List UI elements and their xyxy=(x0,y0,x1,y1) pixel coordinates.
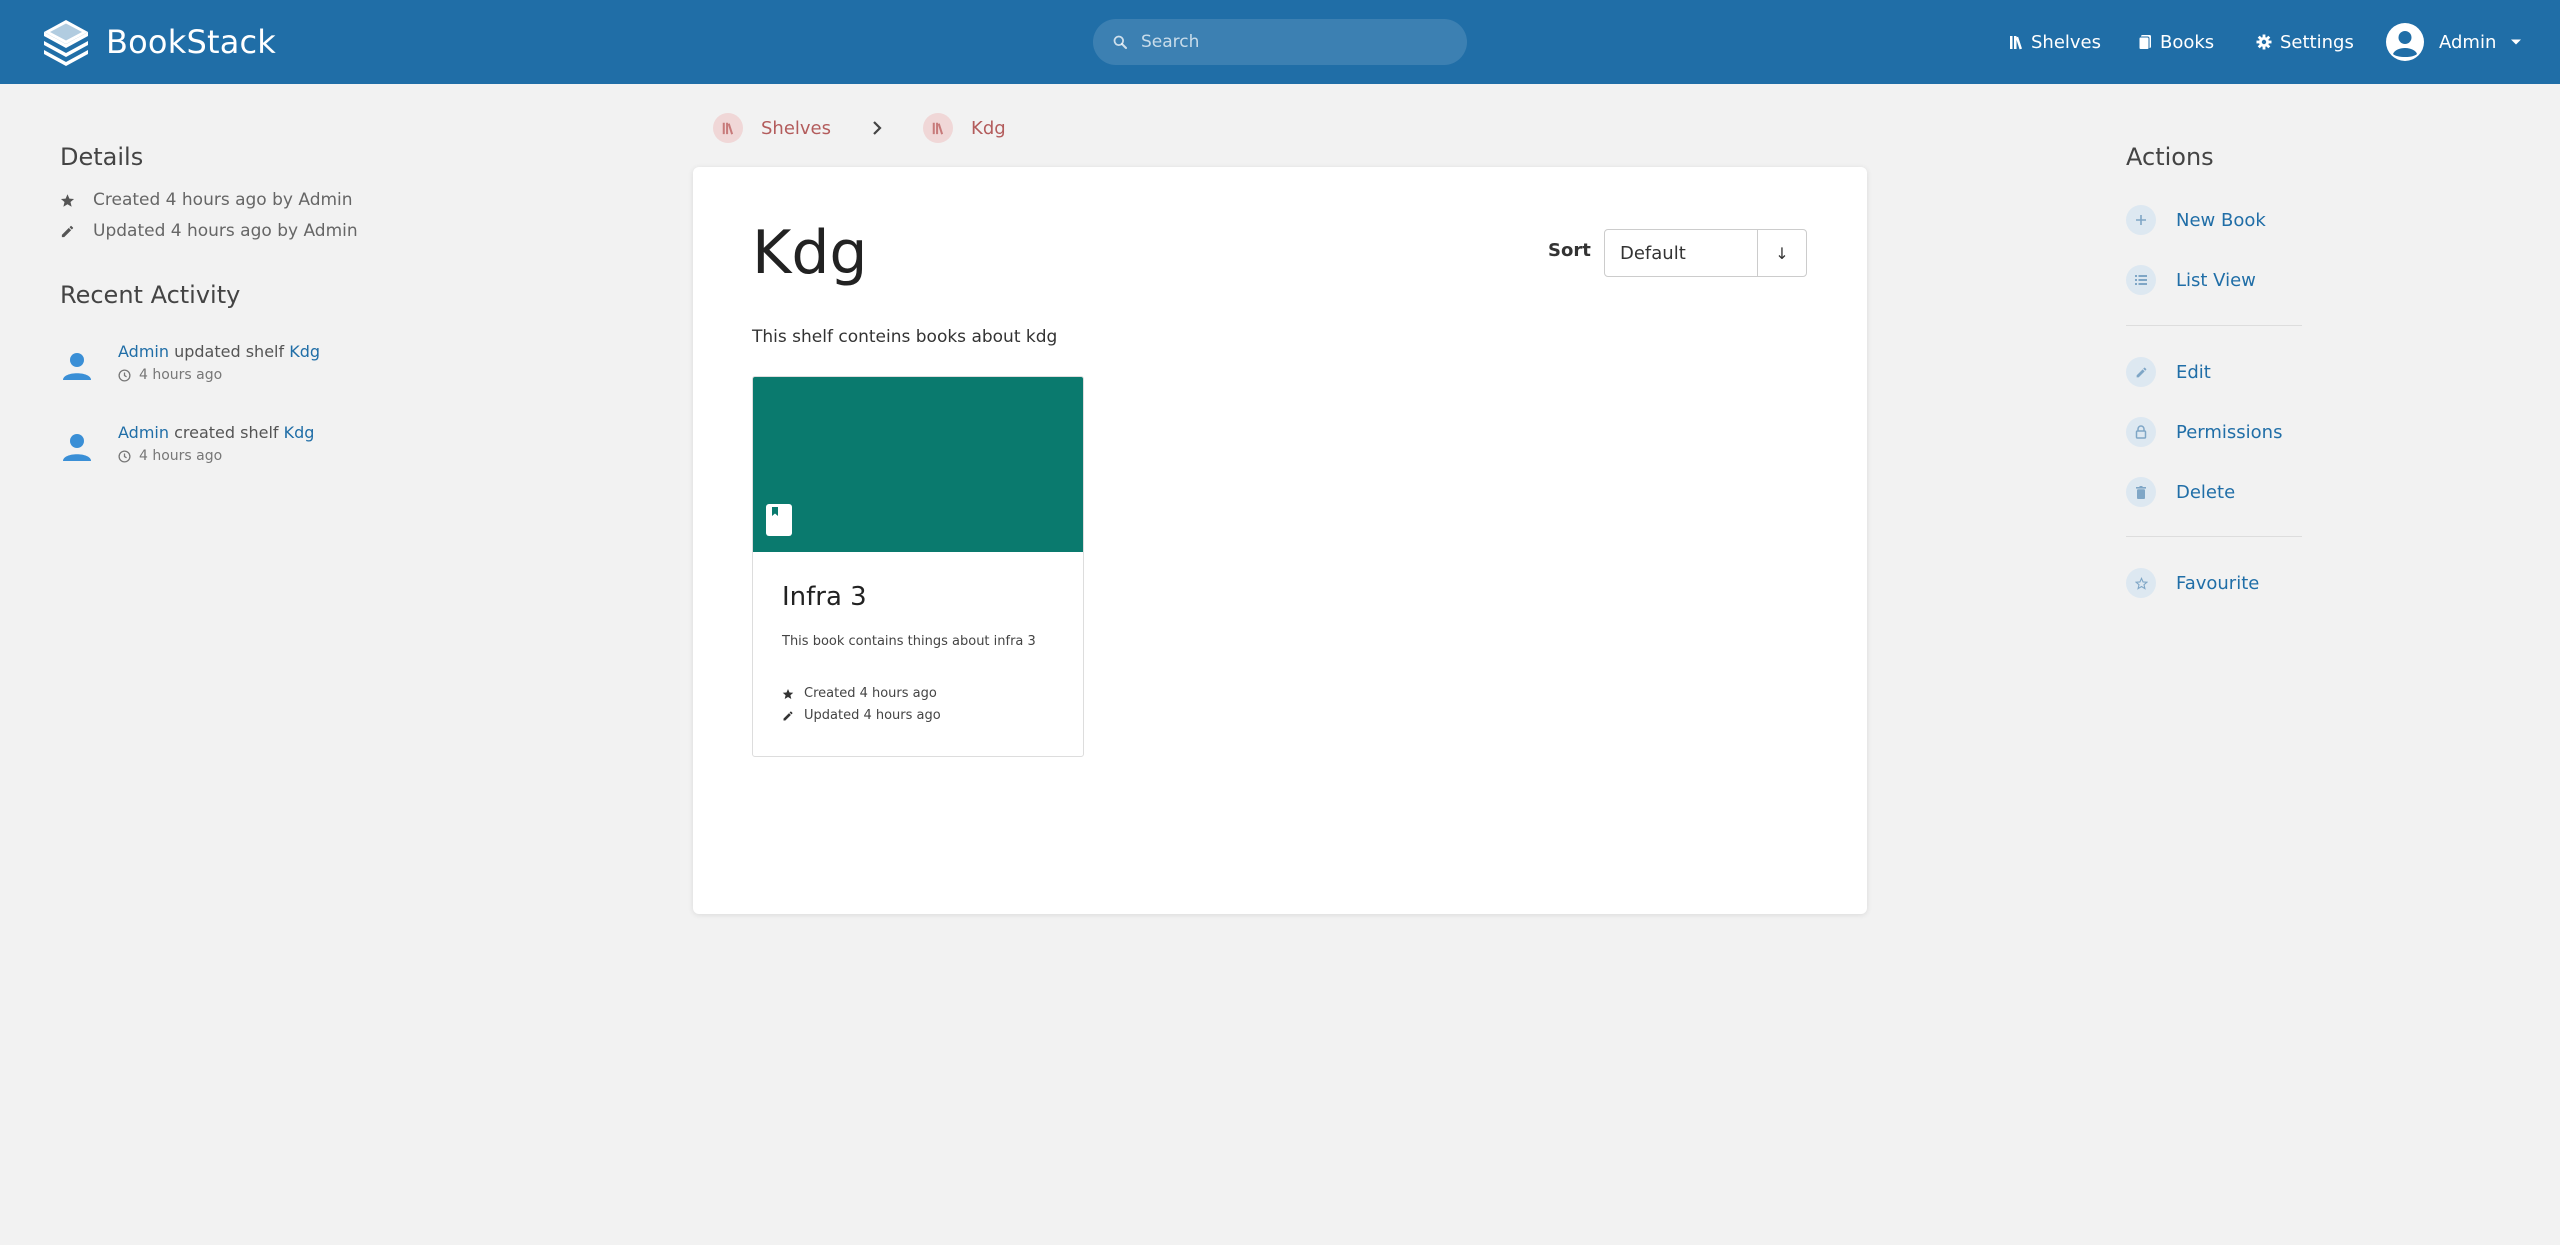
details-title: Details xyxy=(60,143,144,171)
bookstack-logo-icon xyxy=(40,16,92,68)
edit-label: Edit xyxy=(2176,361,2211,383)
trash-icon xyxy=(2126,477,2156,507)
book-icon xyxy=(765,503,793,537)
edit-button[interactable]: Edit xyxy=(2126,356,2211,388)
breadcrumb-label: Kdg xyxy=(971,117,1006,139)
details-updated-text: Updated 4 hours ago by Admin xyxy=(93,221,358,241)
user-icon xyxy=(60,349,94,383)
actions-divider xyxy=(2126,536,2302,537)
breadcrumb-shelves[interactable]: Shelves xyxy=(713,113,831,143)
sort-select[interactable]: Default xyxy=(1605,230,1758,276)
activity-target-link[interactable]: Kdg xyxy=(284,423,315,442)
pencil-icon xyxy=(782,710,794,722)
new-book-label: New Book xyxy=(2176,209,2266,231)
shelf-content-card: Kdg Sort Default ↓ This shelf conteins b… xyxy=(693,167,1867,914)
avatar xyxy=(2385,22,2425,62)
clock-icon xyxy=(118,449,131,463)
permissions-button[interactable]: Permissions xyxy=(2126,416,2282,448)
list-item: Admin updated shelf Kdg 4 hours ago xyxy=(60,339,320,383)
list-item: Admin created shelf Kdg 4 hours ago xyxy=(60,420,314,464)
activity-action: updated shelf xyxy=(174,342,285,361)
nav-shelves-label: Shelves xyxy=(2031,31,2102,53)
details-updated: Updated 4 hours ago by Admin xyxy=(60,216,358,246)
arrow-down-icon: ↓ xyxy=(1775,243,1789,263)
details-created-text: Created 4 hours ago by Admin xyxy=(93,190,353,210)
app-logo[interactable]: BookStack xyxy=(40,16,276,68)
sort-direction-button[interactable]: ↓ xyxy=(1758,230,1806,276)
book-card[interactable]: Infra 3 This book contains things about … xyxy=(752,376,1084,757)
user-menu[interactable]: Admin xyxy=(2385,21,2522,63)
gear-icon xyxy=(2256,34,2272,50)
clock-icon xyxy=(118,368,131,382)
search-bar[interactable] xyxy=(1093,19,1467,65)
sort-label: Sort xyxy=(1548,240,1591,261)
new-book-button[interactable]: New Book xyxy=(2126,204,2266,236)
permissions-label: Permissions xyxy=(2176,421,2283,443)
book-updated-text: Updated 4 hours ago xyxy=(804,708,941,723)
search-input[interactable] xyxy=(1141,32,1441,52)
sort-control: Default ↓ xyxy=(1604,229,1807,277)
bookshelf-icon xyxy=(2009,34,2023,50)
breadcrumb-kdg[interactable]: Kdg xyxy=(923,113,1006,143)
book-cover xyxy=(753,377,1083,552)
details-created: Created 4 hours ago by Admin xyxy=(60,185,353,215)
star-outline-icon xyxy=(2126,568,2156,598)
activity-text: Admin created shelf Kdg xyxy=(118,420,314,446)
caret-down-icon xyxy=(2510,38,2522,46)
books-icon xyxy=(2138,34,2152,50)
pencil-icon xyxy=(2126,357,2156,387)
nav-settings-link[interactable]: Settings xyxy=(2256,28,2354,56)
favourite-label: Favourite xyxy=(2176,572,2260,594)
list-view-label: List View xyxy=(2176,269,2256,291)
nav-settings-label: Settings xyxy=(2280,31,2354,53)
shelf-description: This shelf conteins books about kdg xyxy=(752,327,1058,347)
pencil-icon xyxy=(60,224,75,239)
book-created-text: Created 4 hours ago xyxy=(804,686,937,701)
activity-time-text: 4 hours ago xyxy=(139,448,223,464)
book-created: Created 4 hours ago xyxy=(782,686,1062,701)
breadcrumb: Shelves Kdg xyxy=(713,112,1006,144)
activity-target-link[interactable]: Kdg xyxy=(289,342,320,361)
activity-user-link[interactable]: Admin xyxy=(118,342,169,361)
star-icon xyxy=(782,688,794,700)
activity-time: 4 hours ago xyxy=(118,367,320,383)
top-header: BookStack Shelves Books xyxy=(0,0,2560,84)
page-title: Kdg xyxy=(752,218,868,288)
user-icon xyxy=(60,430,94,464)
chevron-right-icon xyxy=(871,120,883,136)
lock-icon xyxy=(2126,417,2156,447)
plus-icon xyxy=(2126,205,2156,235)
book-description: This book contains things about infra 3 xyxy=(782,634,1036,649)
search-icon xyxy=(1113,35,1127,49)
bookshelf-icon xyxy=(923,113,954,143)
activity-text: Admin updated shelf Kdg xyxy=(118,339,320,365)
user-name: Admin xyxy=(2439,31,2497,53)
activity-time-text: 4 hours ago xyxy=(139,367,223,383)
actions-title: Actions xyxy=(2126,143,2214,171)
breadcrumb-label: Shelves xyxy=(761,117,832,139)
activity-user-link[interactable]: Admin xyxy=(118,423,169,442)
activity-time: 4 hours ago xyxy=(118,448,314,464)
star-icon xyxy=(60,193,75,208)
book-updated: Updated 4 hours ago xyxy=(782,708,1062,723)
app-name: BookStack xyxy=(106,23,277,61)
list-icon xyxy=(2126,265,2156,295)
nav-shelves-link[interactable]: Shelves xyxy=(2009,28,2101,56)
bookshelf-icon xyxy=(713,113,743,143)
delete-label: Delete xyxy=(2176,481,2236,503)
favourite-button[interactable]: Favourite xyxy=(2126,567,2259,599)
list-view-button[interactable]: List View xyxy=(2126,264,2256,296)
recent-activity-title: Recent Activity xyxy=(60,281,241,309)
nav-books-link[interactable]: Books xyxy=(2138,28,2214,56)
delete-button[interactable]: Delete xyxy=(2126,476,2235,508)
actions-divider xyxy=(2126,325,2302,326)
activity-action: created shelf xyxy=(174,423,279,442)
nav-books-label: Books xyxy=(2160,31,2215,53)
book-title: Infra 3 xyxy=(782,582,867,612)
